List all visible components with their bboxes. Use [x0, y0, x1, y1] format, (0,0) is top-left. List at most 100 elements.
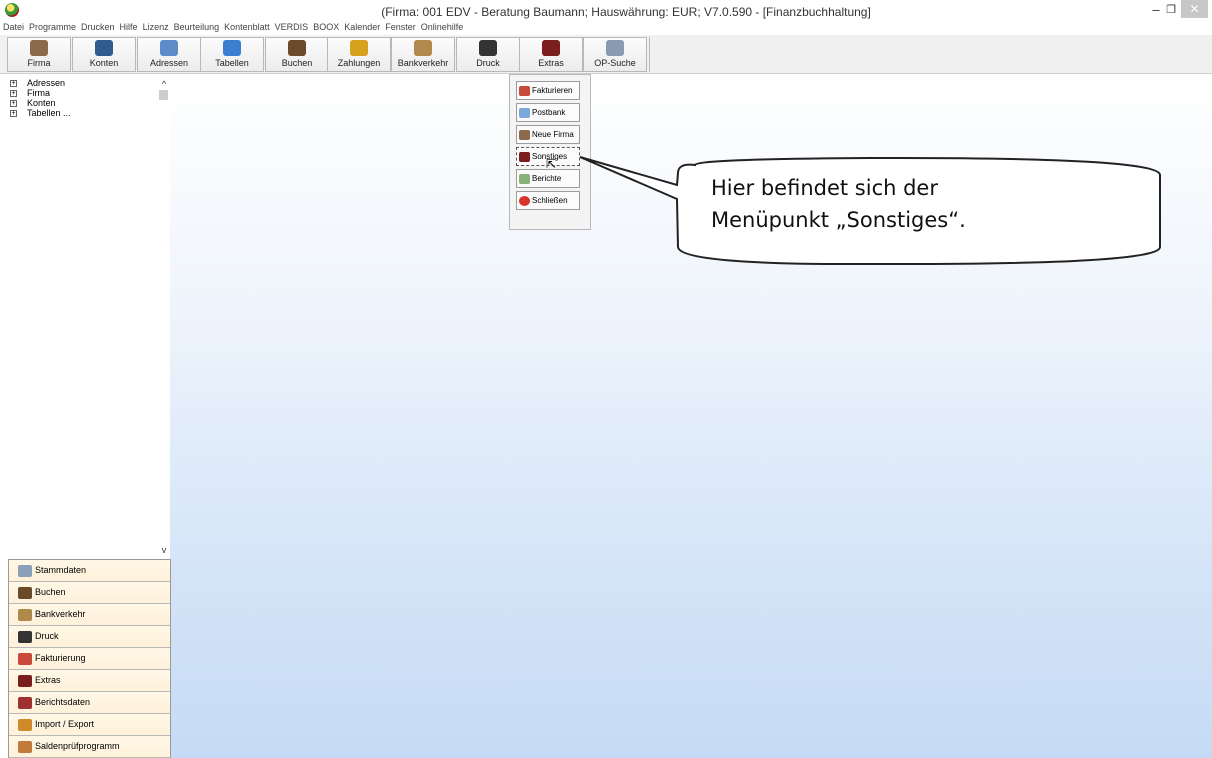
tree-item-adressen[interactable]: + Adressen — [10, 78, 65, 88]
scroll-down-arrow[interactable]: v — [159, 545, 169, 555]
menu-item-label: Schließen — [532, 196, 568, 205]
window-title: (Firma: 001 EDV - Beratung Baumann; Haus… — [381, 5, 871, 19]
konten-icon — [95, 40, 113, 56]
extras-icon — [18, 674, 32, 687]
toolbar-label: Zahlungen — [337, 58, 381, 68]
callout-line-1: Hier befindet sich der — [711, 176, 938, 200]
buchen-icon — [18, 586, 32, 599]
navigation-tree: + Adressen + Firma + Konten + Tabellen ... ^… — [6, 75, 170, 557]
tree-item-label: Konten — [27, 98, 56, 108]
menu-kalender[interactable]: Kalender — [344, 22, 380, 32]
menu-item-label: Postbank — [532, 108, 566, 117]
scroll-thumb[interactable] — [159, 90, 168, 100]
fakturieren-icon — [519, 85, 530, 96]
toolbar-label: Firma — [27, 58, 51, 68]
firma-icon — [30, 40, 48, 56]
scroll-up-arrow[interactable]: ^ — [159, 79, 169, 89]
nav-label: Berichtsdaten — [35, 697, 91, 707]
import-export-icon — [18, 718, 32, 731]
menu-beurteilung[interactable]: Beurteilung — [174, 22, 220, 32]
toolbar-tabellen-button[interactable]: Tabellen — [200, 37, 264, 72]
minimize-button[interactable]: – — [1148, 2, 1164, 18]
expand-icon[interactable]: + — [10, 110, 17, 118]
restore-button[interactable]: ❐ — [1163, 2, 1179, 18]
menu-fenster[interactable]: Fenster — [385, 22, 416, 32]
nav-import-export[interactable]: Import / Export — [9, 714, 170, 736]
expand-icon[interactable]: + — [10, 80, 17, 88]
menu-bar: Datei Programme Drucken Hilfe Lizenz Beurteil… — [0, 21, 1212, 35]
menu-kontenblatt[interactable]: Kontenblatt — [224, 22, 270, 32]
nav-berichtsdaten[interactable]: Berichtsdaten — [9, 692, 170, 714]
nav-label: Extras — [35, 675, 61, 685]
menu-datei[interactable]: Datei — [3, 22, 24, 32]
menu-programme[interactable]: Programme — [29, 22, 76, 32]
toolbar-firma-button[interactable]: Firma — [7, 37, 71, 72]
menu-lizenz[interactable]: Lizenz — [143, 22, 169, 32]
nav-druck[interactable]: Druck — [9, 626, 170, 648]
tabellen-icon — [223, 40, 241, 56]
toolbar-op-suche-button[interactable]: OP-Suche — [583, 37, 647, 72]
expand-icon[interactable]: + — [10, 100, 17, 108]
menu-hilfe[interactable]: Hilfe — [120, 22, 138, 32]
nav-label: Import / Export — [35, 719, 95, 729]
tree-item-label: Tabellen ... — [27, 108, 71, 118]
nav-buchen[interactable]: Buchen — [9, 582, 170, 604]
stammdaten-icon — [18, 564, 32, 577]
menu-item-fakturieren[interactable]: Fakturieren — [516, 81, 580, 100]
berichte-icon — [519, 173, 530, 184]
toolbar-label: Extras — [538, 58, 564, 68]
postbank-icon — [519, 107, 530, 118]
callout-text: Hier befindet sich der Menüpunkt „Sonsti… — [711, 172, 1141, 236]
nav-label: Druck — [35, 631, 59, 641]
toolbar-label: Adressen — [149, 58, 189, 68]
toolbar-konten-button[interactable]: Konten — [72, 37, 136, 72]
neue-firma-icon — [519, 129, 530, 140]
menu-boox[interactable]: BOOX — [313, 22, 339, 32]
mouse-cursor-icon: ⇱ — [546, 157, 557, 171]
menu-item-postbank[interactable]: Postbank — [516, 103, 580, 122]
nav-bankverkehr[interactable]: Bankverkehr — [9, 604, 170, 626]
bankverkehr-icon — [414, 40, 432, 56]
nav-extras[interactable]: Extras — [9, 670, 170, 692]
op-suche-icon — [606, 40, 624, 56]
toolbar-adressen-button[interactable]: Adressen — [137, 37, 201, 72]
tree-item-label: Adressen — [27, 78, 66, 88]
nav-fakturierung[interactable]: Fakturierung — [9, 648, 170, 670]
nav-label: Bankverkehr — [35, 609, 86, 619]
tree-item-konten[interactable]: + Konten — [10, 98, 56, 108]
toolbar-label: Konten — [89, 58, 119, 68]
bankverkehr-icon — [18, 608, 32, 621]
toolbar-bankverkehr-button[interactable]: Bankverkehr — [391, 37, 455, 72]
toolbar-label: Bankverkehr — [397, 58, 449, 68]
zahlungen-icon — [350, 40, 368, 56]
toolbar: Firma Konten Adressen Tabellen Buchen Za… — [0, 35, 1212, 74]
menu-onlinehilfe[interactable]: Onlinehilfe — [421, 22, 464, 32]
fakturierung-icon — [18, 652, 32, 665]
menu-item-label: Neue Firma — [532, 130, 574, 139]
adressen-icon — [160, 40, 178, 56]
nav-saldenpruefprogramm[interactable]: Saldenprüfprogramm — [9, 736, 170, 758]
nav-label: Buchen — [35, 587, 66, 597]
expand-icon[interactable]: + — [10, 90, 17, 98]
toolbar-zahlungen-button[interactable]: Zahlungen — [327, 37, 391, 72]
menu-verdis[interactable]: VERDIS — [275, 22, 309, 32]
menu-item-label: Fakturieren — [532, 86, 573, 95]
toolbar-extras-button[interactable]: Extras — [519, 37, 583, 72]
tree-item-tabellen[interactable]: + Tabellen ... — [10, 108, 71, 118]
toolbar-druck-button[interactable]: Druck — [456, 37, 520, 72]
close-button[interactable]: ✕ — [1181, 0, 1208, 18]
toolbar-buchen-button[interactable]: Buchen — [265, 37, 329, 72]
menu-drucken[interactable]: Drucken — [81, 22, 115, 32]
druck-icon — [479, 40, 497, 56]
nav-label: Fakturierung — [35, 653, 86, 663]
buchen-icon — [288, 40, 306, 56]
callout-line-2: Menüpunkt „Sonstiges“. — [711, 208, 966, 232]
druck-icon — [18, 630, 32, 643]
tree-scrollbar[interactable]: ^ v — [158, 75, 170, 557]
extras-icon — [542, 40, 560, 56]
berichtsdaten-icon — [18, 696, 32, 709]
nav-stammdaten[interactable]: Stammdaten — [9, 560, 170, 582]
tree-item-firma[interactable]: + Firma — [10, 88, 50, 98]
toolbar-separator — [649, 37, 650, 72]
menu-item-neue-firma[interactable]: Neue Firma — [516, 125, 580, 144]
